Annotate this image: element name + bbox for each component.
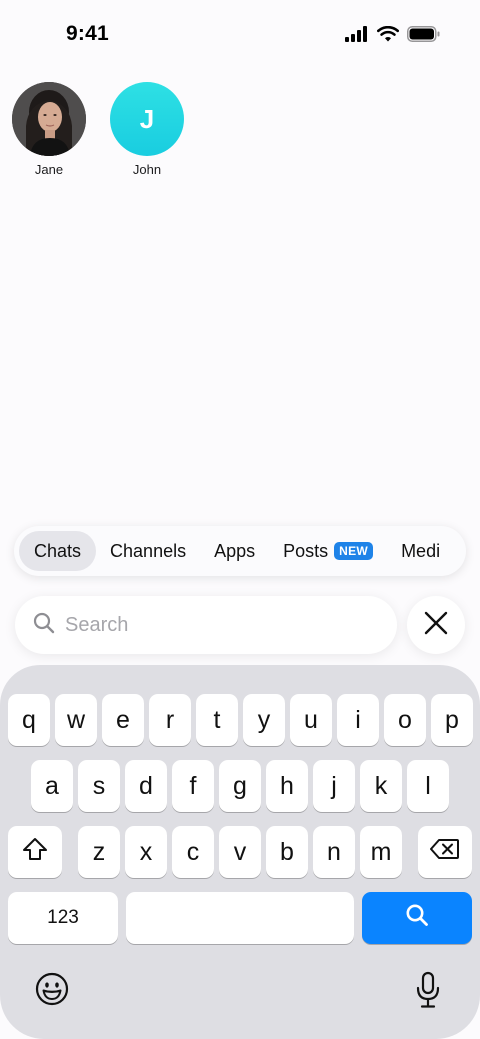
key-m[interactable]: m [360, 826, 402, 878]
search-input[interactable] [65, 613, 355, 637]
tab-media[interactable]: Medi [387, 531, 454, 571]
new-badge: NEW [334, 542, 374, 560]
key-x[interactable]: x [125, 826, 167, 878]
status-bar: 9:41 [0, 0, 480, 70]
key-b[interactable]: b [266, 826, 308, 878]
key-a[interactable]: a [31, 760, 73, 812]
key-u[interactable]: u [290, 694, 332, 746]
delete-key[interactable] [418, 826, 472, 878]
shift-key[interactable] [8, 826, 62, 878]
emoji-icon[interactable] [34, 971, 70, 1007]
key-p[interactable]: p [431, 694, 473, 746]
microphone-icon[interactable] [412, 970, 444, 1010]
recent-contacts: Jane J John [12, 82, 184, 177]
status-icons [345, 25, 440, 47]
key-v[interactable]: v [219, 826, 261, 878]
key-c[interactable]: c [172, 826, 214, 878]
numbers-key[interactable]: 123 [8, 892, 118, 944]
key-r[interactable]: r [149, 694, 191, 746]
key-y[interactable]: y [243, 694, 285, 746]
tab-channels[interactable]: Channels [96, 531, 200, 571]
wifi-icon [377, 25, 399, 47]
key-f[interactable]: f [172, 760, 214, 812]
key-w[interactable]: w [55, 694, 97, 746]
key-t[interactable]: t [196, 694, 238, 746]
key-l[interactable]: l [407, 760, 449, 812]
key-k[interactable]: k [360, 760, 402, 812]
key-g[interactable]: g [219, 760, 261, 812]
search-icon [405, 903, 429, 934]
status-time: 9:41 [66, 22, 109, 45]
search-filter-tabs: Chats Channels Apps Posts NEW Medi [14, 526, 466, 576]
tab-posts-label: Posts [283, 540, 329, 561]
contact-john[interactable]: J John [110, 82, 184, 177]
key-e[interactable]: e [102, 694, 144, 746]
battery-icon [407, 26, 440, 47]
key-n[interactable]: n [313, 826, 355, 878]
close-icon [424, 611, 448, 640]
key-q[interactable]: q [8, 694, 50, 746]
close-search-button[interactable] [407, 596, 465, 654]
contact-name: Jane [34, 162, 64, 177]
cellular-signal-icon [345, 26, 369, 47]
contact-name: John [132, 162, 162, 177]
tab-apps[interactable]: Apps [200, 531, 269, 571]
key-h[interactable]: h [266, 760, 308, 812]
search-icon [33, 612, 55, 639]
key-d[interactable]: d [125, 760, 167, 812]
avatar: J [110, 82, 184, 156]
key-j[interactable]: j [313, 760, 355, 812]
contact-jane[interactable]: Jane [12, 82, 86, 177]
key-o[interactable]: o [384, 694, 426, 746]
tab-posts[interactable]: Posts NEW [269, 531, 387, 571]
keyboard: q w e r t y u i o p a s d f g h j k l z … [0, 665, 480, 1039]
search-field[interactable] [15, 596, 397, 654]
avatar [12, 82, 86, 156]
search-key[interactable] [362, 892, 472, 944]
key-z[interactable]: z [78, 826, 120, 878]
space-key[interactable] [126, 892, 354, 944]
avatar-initial: J [139, 103, 155, 134]
key-i[interactable]: i [337, 694, 379, 746]
tab-chats[interactable]: Chats [19, 531, 97, 571]
key-s[interactable]: s [78, 760, 120, 812]
shift-icon [22, 837, 48, 867]
backspace-icon [430, 838, 460, 866]
